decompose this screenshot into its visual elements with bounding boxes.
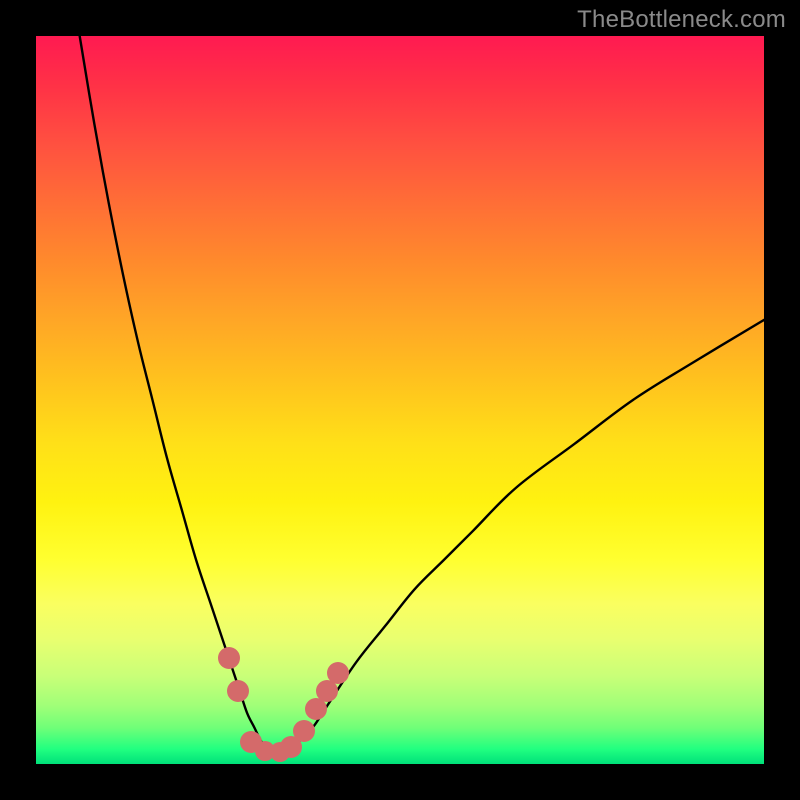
curve-marker (218, 647, 240, 669)
watermark-text: TheBottleneck.com (577, 6, 786, 34)
curve-marker (327, 662, 349, 684)
curve-svg (36, 36, 764, 764)
curve-marker (293, 720, 315, 742)
bottleneck-curve (80, 36, 764, 753)
curve-marker (227, 680, 249, 702)
chart-container: TheBottleneck.com (0, 0, 800, 800)
plot-area (36, 36, 764, 764)
